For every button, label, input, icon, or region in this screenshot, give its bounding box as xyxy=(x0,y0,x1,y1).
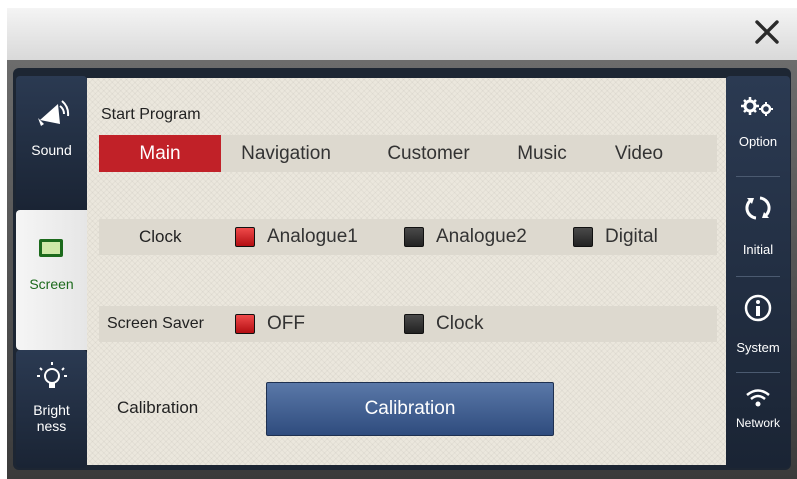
tab-video[interactable]: Video xyxy=(599,135,679,172)
close-icon xyxy=(755,20,779,44)
nav-initial-label: Initial xyxy=(742,242,774,257)
nav-network-label: Network xyxy=(735,416,780,430)
divider xyxy=(736,276,780,277)
nav-system-label: System xyxy=(736,340,780,355)
screen-saver-row: Screen Saver OFF Clock xyxy=(99,306,717,342)
screen-saver-option-label: Clock xyxy=(436,313,484,334)
nav-brightness-label-line1: Bright xyxy=(33,402,70,418)
gears-icon xyxy=(741,97,773,116)
nav-network[interactable]: Network xyxy=(726,382,790,462)
nav-sound[interactable]: Sound xyxy=(16,76,87,210)
divider xyxy=(736,372,780,373)
tab-navigation[interactable]: Navigation xyxy=(221,135,351,172)
checkbox-unchecked[interactable] xyxy=(404,314,424,334)
wifi-icon xyxy=(746,389,770,407)
start-program-label: Start Program xyxy=(101,106,201,123)
start-program-tabs: Main Navigation Customer Music Video xyxy=(99,135,717,172)
screen-saver-label: Screen Saver xyxy=(107,315,204,332)
tab-main[interactable]: Main xyxy=(99,135,221,172)
checkbox-checked[interactable] xyxy=(235,227,255,247)
info-icon xyxy=(744,294,772,322)
nav-option[interactable]: Option xyxy=(726,94,790,174)
screen-saver-option-label: OFF xyxy=(267,313,305,334)
settings-panel: Start Program Main Navigation Customer M… xyxy=(87,78,726,465)
nav-brightness[interactable]: Bright ness xyxy=(16,350,87,468)
speaker-icon xyxy=(38,100,70,126)
close-button[interactable] xyxy=(751,16,783,48)
nav-brightness-label-line2: ness xyxy=(36,418,67,434)
monitor-icon xyxy=(39,239,63,257)
clock-row: Clock Analogue1 Analogue2 Digital xyxy=(99,219,717,255)
nav-system[interactable]: System xyxy=(726,286,790,366)
divider xyxy=(736,176,780,177)
calibration-label: Calibration xyxy=(117,398,199,417)
checkbox-unchecked[interactable] xyxy=(404,227,424,247)
nav-screen-label: Screen xyxy=(29,276,74,292)
right-nav: Option Initial System Network xyxy=(726,76,790,468)
nav-option-label: Option xyxy=(738,134,778,149)
left-nav: Sound Screen Bright ness xyxy=(16,76,87,468)
clock-option-label: Analogue2 xyxy=(436,226,527,247)
nav-screen[interactable]: Screen xyxy=(16,210,87,350)
nav-initial[interactable]: Initial xyxy=(726,184,790,272)
title-bar xyxy=(7,8,797,61)
refresh-icon xyxy=(745,196,771,220)
calibration-button[interactable]: Calibration xyxy=(266,382,554,436)
bulb-icon xyxy=(37,362,67,388)
clock-option-label: Digital xyxy=(605,226,658,247)
clock-label: Clock xyxy=(139,227,182,246)
tab-music[interactable]: Music xyxy=(503,135,581,172)
tab-customer[interactable]: Customer xyxy=(371,135,486,172)
clock-option-label: Analogue1 xyxy=(267,226,358,247)
nav-sound-label: Sound xyxy=(31,142,72,158)
checkbox-unchecked[interactable] xyxy=(573,227,593,247)
checkbox-checked[interactable] xyxy=(235,314,255,334)
